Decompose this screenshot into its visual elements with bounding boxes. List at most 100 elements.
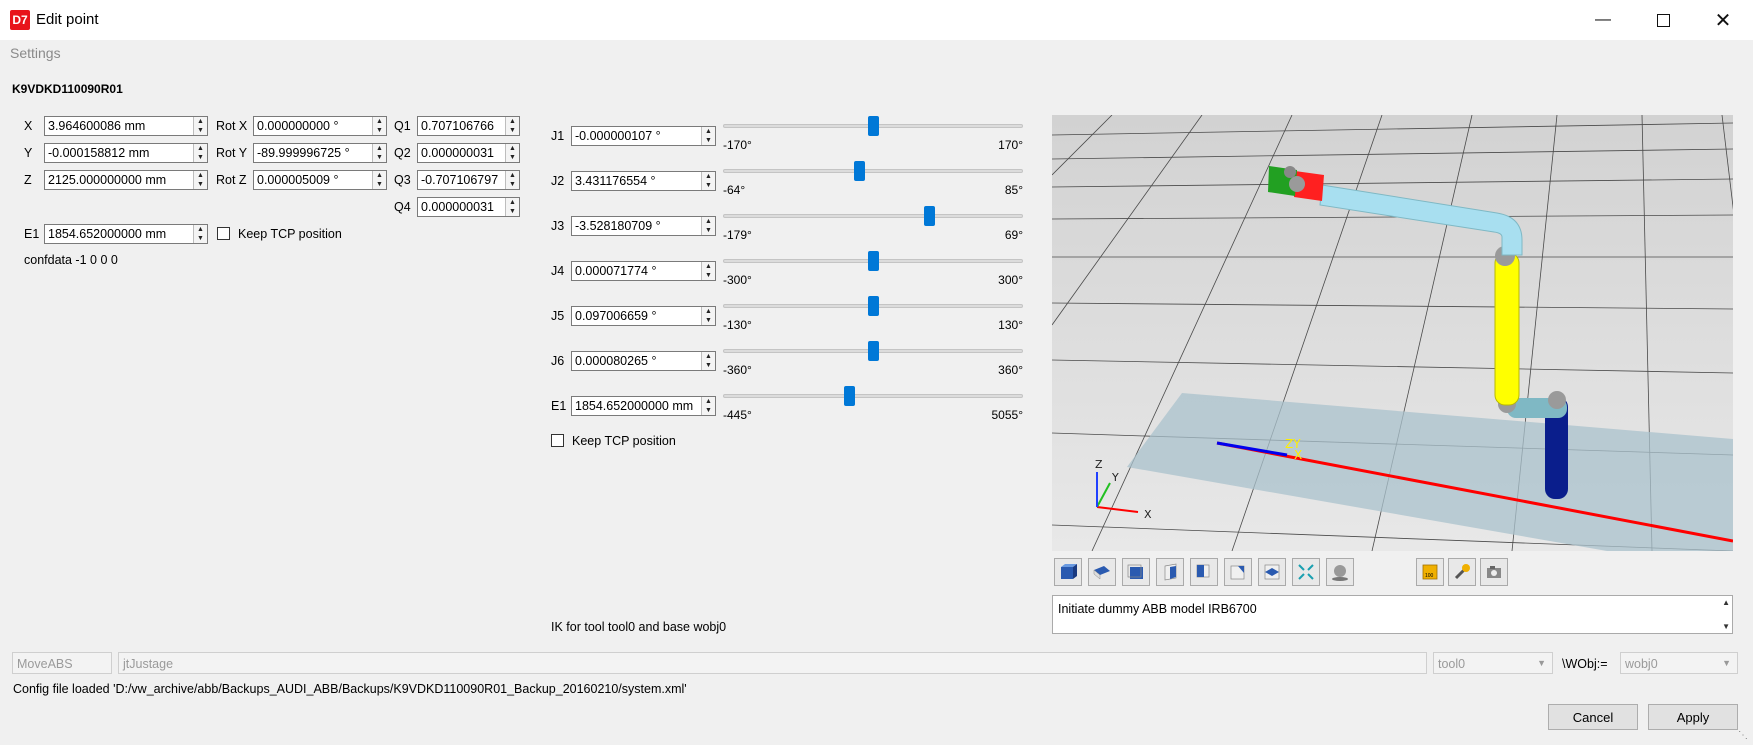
maximize-button[interactable] — [1633, 0, 1693, 40]
rotx-spinbox[interactable]: 0.000000000 ° ▲ ▼ — [253, 116, 387, 136]
spin-down-icon[interactable]: ▼ — [194, 234, 207, 243]
joints-keep-tcp-checkbox[interactable] — [551, 434, 564, 447]
joint-spinbox[interactable]: 3.431176554 ° ▲ ▼ — [571, 171, 716, 191]
spin-down-icon[interactable]: ▼ — [506, 207, 519, 216]
axis-z-label: Z — [1095, 458, 1103, 471]
q1-spinbox[interactable]: 0.707106766 ▲ ▼ — [417, 116, 520, 136]
spin-up-icon[interactable]: ▲ — [506, 171, 519, 180]
q3-spinbox[interactable]: -0.707106797 ▲ ▼ — [417, 170, 520, 190]
spin-up-icon[interactable]: ▲ — [702, 262, 715, 271]
spin-up-icon[interactable]: ▲ — [702, 352, 715, 361]
spin-down-icon[interactable]: ▼ — [506, 126, 519, 135]
joint-slider-handle[interactable] — [867, 116, 879, 136]
spin-up-icon[interactable]: ▲ — [506, 144, 519, 153]
view-right-button[interactable] — [1156, 558, 1184, 586]
spin-up-icon[interactable]: ▲ — [702, 127, 715, 136]
spin-up-icon[interactable]: ▲ — [194, 117, 207, 126]
rotz-spinbox[interactable]: 0.000005009 ° ▲ ▼ — [253, 170, 387, 190]
ruler-button[interactable]: 100 — [1416, 558, 1444, 586]
3d-viewport[interactable]: ZY X X Y Z — [1052, 115, 1733, 551]
spin-down-icon[interactable]: ▼ — [702, 136, 715, 145]
joint-slider-handle[interactable] — [867, 296, 879, 316]
close-button[interactable]: ✕ — [1693, 0, 1753, 40]
wobj-combo[interactable]: wobj0 ▼ — [1620, 652, 1738, 674]
view-front-button[interactable] — [1122, 558, 1150, 586]
z-spinbox[interactable]: 2125.000000000 mm ▲ ▼ — [44, 170, 208, 190]
sphere-button[interactable] — [1326, 558, 1354, 586]
joint-slider-handle[interactable] — [843, 386, 855, 406]
spin-down-icon[interactable]: ▼ — [373, 180, 386, 189]
joint-slider-track[interactable] — [723, 169, 1023, 173]
joint-slider-handle[interactable] — [924, 206, 936, 226]
spin-down-icon[interactable]: ▼ — [702, 361, 715, 370]
spin-up-icon[interactable]: ▲ — [506, 198, 519, 207]
spin-down-icon[interactable]: ▼ — [373, 126, 386, 135]
e1-spinbox[interactable]: 1854.652000000 mm ▲ ▼ — [44, 224, 208, 244]
joint-slider-track[interactable] — [723, 394, 1023, 398]
resize-grip-icon[interactable]: ⋱ — [1738, 730, 1748, 741]
spin-down-icon[interactable]: ▼ — [702, 271, 715, 280]
spin-down-icon[interactable]: ▼ — [506, 153, 519, 162]
y-spinbox[interactable]: -0.000158812 mm ▲ ▼ — [44, 143, 208, 163]
tool-button[interactable] — [1448, 558, 1476, 586]
menu-settings[interactable]: Settings — [10, 45, 61, 61]
spin-up-icon[interactable]: ▲ — [702, 307, 715, 316]
joint-label: J2 — [551, 174, 565, 188]
fit-all-button[interactable] — [1292, 558, 1320, 586]
q2-spinbox[interactable]: 0.000000031 ▲ ▼ — [417, 143, 520, 163]
spin-down-icon[interactable]: ▼ — [702, 406, 715, 415]
spin-down-icon[interactable]: ▼ — [702, 181, 715, 190]
view-bottom-button[interactable] — [1258, 558, 1286, 586]
view-back-button[interactable] — [1224, 558, 1252, 586]
spin-up-icon[interactable]: ▲ — [373, 171, 386, 180]
spin-up-icon[interactable]: ▲ — [702, 397, 715, 406]
apply-button[interactable]: Apply — [1648, 704, 1738, 730]
camera-button[interactable] — [1480, 558, 1508, 586]
roty-spinbox[interactable]: -89.999996725 ° ▲ ▼ — [253, 143, 387, 163]
ruler-icon: 100 — [1422, 564, 1438, 580]
spin-up-icon[interactable]: ▲ — [194, 225, 207, 234]
view-iso-button[interactable] — [1054, 558, 1082, 586]
tool-combo[interactable]: tool0 ▼ — [1433, 652, 1553, 674]
spin-up-icon[interactable]: ▲ — [194, 144, 207, 153]
move-type-field[interactable]: MoveABS — [12, 652, 112, 674]
scroll-up-icon[interactable]: ▲ — [1722, 598, 1730, 607]
joint-spinbox[interactable]: -3.528180709 ° ▲ ▼ — [571, 216, 716, 236]
x-spinbox[interactable]: 3.964600086 mm ▲ ▼ — [44, 116, 208, 136]
joint-spinbox[interactable]: 0.097006659 ° ▲ ▼ — [571, 306, 716, 326]
spin-up-icon[interactable]: ▲ — [194, 171, 207, 180]
spin-down-icon[interactable]: ▼ — [194, 153, 207, 162]
q4-spinbox[interactable]: 0.000000031 ▲ ▼ — [417, 197, 520, 217]
joint-slider-track[interactable] — [723, 214, 1023, 218]
joint-slider-handle[interactable] — [867, 341, 879, 361]
joint-slider-handle[interactable] — [853, 161, 865, 181]
spin-up-icon[interactable]: ▲ — [702, 217, 715, 226]
spin-down-icon[interactable]: ▼ — [373, 153, 386, 162]
spin-down-icon[interactable]: ▼ — [702, 316, 715, 325]
scroll-down-icon[interactable]: ▼ — [1722, 622, 1730, 631]
keep-tcp-checkbox[interactable] — [217, 227, 230, 240]
cancel-button[interactable]: Cancel — [1548, 704, 1638, 730]
point-name-field[interactable]: jtJustage — [118, 652, 1427, 674]
robot-joint — [1289, 176, 1305, 192]
log-text: Initiate dummy ABB model IRB6700 — [1058, 602, 1257, 616]
spin-down-icon[interactable]: ▼ — [702, 226, 715, 235]
fit-all-icon — [1298, 564, 1314, 580]
joint-spinbox[interactable]: -0.000000107 ° ▲ ▼ — [571, 126, 716, 146]
spin-down-icon[interactable]: ▼ — [194, 180, 207, 189]
spin-up-icon[interactable]: ▲ — [506, 117, 519, 126]
spin-down-icon[interactable]: ▼ — [194, 126, 207, 135]
view-left-button[interactable] — [1190, 558, 1218, 586]
spin-down-icon[interactable]: ▼ — [506, 180, 519, 189]
minimize-button[interactable]: — — [1573, 0, 1633, 40]
spin-up-icon[interactable]: ▲ — [702, 172, 715, 181]
joint-spinbox[interactable]: 0.000080265 ° ▲ ▼ — [571, 351, 716, 371]
spin-up-icon[interactable]: ▲ — [373, 117, 386, 126]
chevron-down-icon: ▼ — [1722, 658, 1731, 668]
spin-up-icon[interactable]: ▲ — [373, 144, 386, 153]
view-top-button[interactable] — [1088, 558, 1116, 586]
joint-slider-handle[interactable] — [867, 251, 879, 271]
joint-spinbox[interactable]: 1854.652000000 mm ▲ ▼ — [571, 396, 716, 416]
log-box[interactable]: Initiate dummy ABB model IRB6700 ▲ ▼ — [1052, 595, 1733, 634]
joint-spinbox[interactable]: 0.000071774 ° ▲ ▼ — [571, 261, 716, 281]
